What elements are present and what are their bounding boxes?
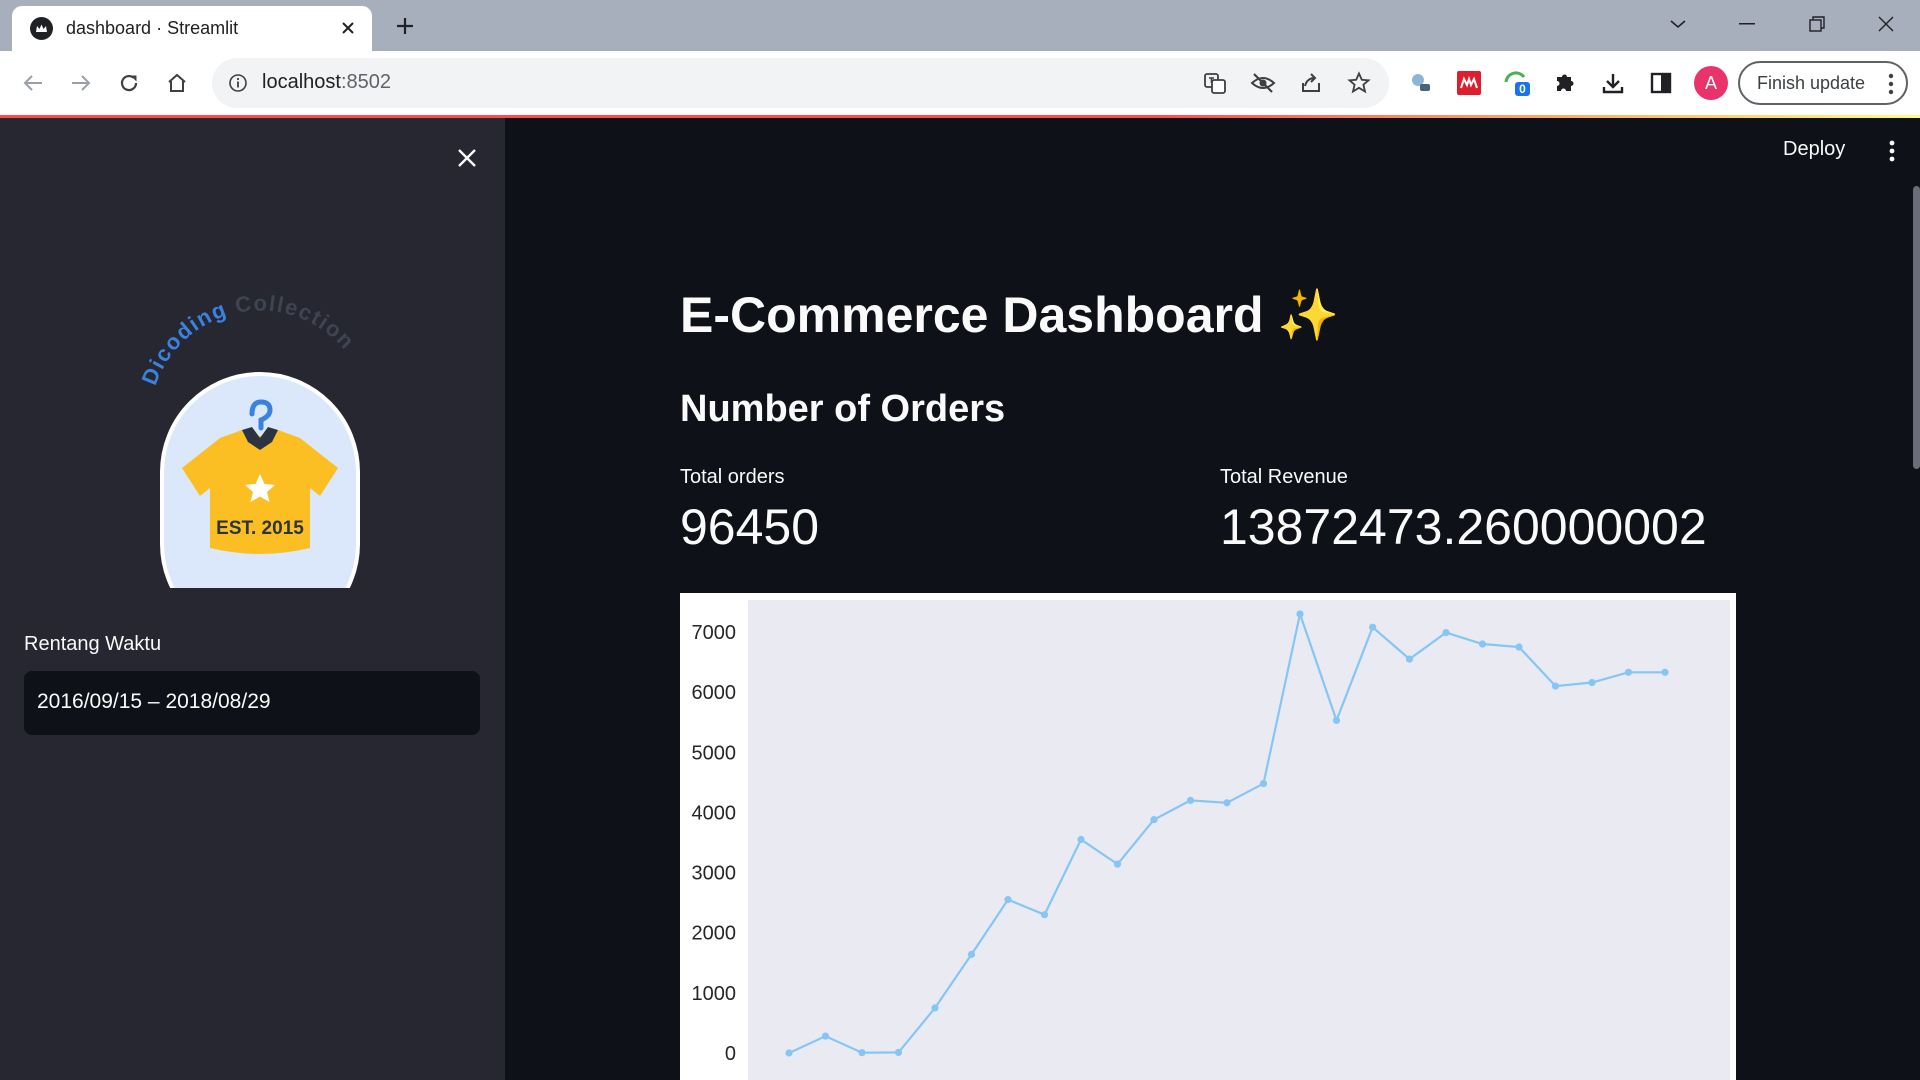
- streamlit-favicon-icon: [30, 17, 53, 40]
- main-content: Deploy E-Commerce Dashboard ✨ Number of …: [505, 118, 1920, 1080]
- bookmark-star-icon[interactable]: [1344, 68, 1374, 98]
- back-arrow-icon[interactable]: [13, 63, 53, 103]
- finish-update-label: Finish update: [1757, 72, 1866, 93]
- dicoding-collection-logo: DicodingCollection EST. 2015: [137, 278, 380, 644]
- data-point: [1332, 716, 1341, 725]
- data-point: [1405, 655, 1414, 663]
- data-point: [858, 1049, 866, 1057]
- data-point: [1296, 610, 1304, 618]
- metric-label-total-orders: Total orders: [680, 466, 785, 488]
- url-host: localhost: [262, 71, 341, 93]
- home-icon[interactable]: [157, 63, 197, 103]
- translate-icon[interactable]: [1200, 68, 1230, 98]
- minimize-window-icon[interactable]: [1722, 4, 1772, 44]
- y-tick-label: 0: [725, 1043, 736, 1065]
- extensions-puzzle-icon[interactable]: [1547, 65, 1583, 101]
- data-point: [1478, 640, 1487, 648]
- extension-badge-count: 0: [1519, 82, 1526, 96]
- url-text: localhost:8502: [262, 71, 391, 94]
- tab-search-chevron-icon[interactable]: [1653, 4, 1703, 44]
- deploy-button[interactable]: Deploy: [1783, 138, 1845, 161]
- logo-brand-collection: Collection: [234, 290, 361, 354]
- close-tab-icon[interactable]: [334, 14, 362, 42]
- browser-toolbar: localhost:8502 0 A Finish update: [0, 51, 1920, 115]
- close-sidebar-icon[interactable]: [449, 140, 485, 176]
- address-bar[interactable]: localhost:8502: [212, 58, 1389, 108]
- browser-menu-kebab-icon[interactable]: [1888, 73, 1894, 100]
- date-range-label: Rentang Waktu: [24, 633, 162, 655]
- browser-tab-bar: dashboard · Streamlit: [0, 0, 1920, 51]
- data-point: [1442, 629, 1450, 637]
- plot-area: [748, 600, 1730, 1080]
- metric-value-total-orders: 96450: [680, 499, 820, 555]
- scrollbar[interactable]: [1913, 186, 1920, 469]
- data-point: [1515, 643, 1523, 651]
- y-tick-label: 4000: [692, 802, 737, 824]
- extension-satellite-icon[interactable]: [1403, 65, 1439, 101]
- data-point: [1259, 779, 1268, 788]
- page-title: E-Commerce Dashboard ✨: [680, 287, 1340, 343]
- metric-value-total-revenue: 13872473.260000002: [1220, 499, 1707, 555]
- extension-counter-icon[interactable]: 0: [1499, 65, 1535, 101]
- data-point: [1223, 799, 1231, 807]
- tab-title: dashboard · Streamlit: [66, 18, 239, 38]
- eye-off-icon[interactable]: [1248, 68, 1278, 98]
- site-info-icon[interactable]: [226, 71, 250, 95]
- extension-mendeley-icon[interactable]: [1451, 65, 1487, 101]
- data-point: [1150, 816, 1158, 824]
- y-tick-label: 5000: [692, 742, 737, 764]
- side-panel-icon[interactable]: [1643, 65, 1679, 101]
- data-point: [1077, 835, 1085, 844]
- data-point: [1113, 860, 1122, 868]
- main-menu-kebab-icon[interactable]: [1877, 136, 1907, 166]
- data-point: [821, 1032, 830, 1040]
- data-point: [1369, 623, 1377, 631]
- y-tick-label: 7000: [692, 622, 737, 644]
- y-tick-label: 3000: [692, 863, 737, 885]
- y-tick-label: 6000: [692, 682, 737, 704]
- forward-arrow-icon[interactable]: [61, 63, 101, 103]
- data-point: [1588, 678, 1596, 687]
- y-tick-label: 1000: [692, 983, 737, 1005]
- y-tick-label: 2000: [692, 923, 737, 945]
- metric-label-total-revenue: Total Revenue: [1220, 466, 1348, 488]
- logo-est-text: EST. 2015: [216, 518, 304, 539]
- browser-tab[interactable]: dashboard · Streamlit: [12, 6, 372, 51]
- data-point: [1624, 668, 1633, 676]
- data-point: [1040, 911, 1049, 919]
- restore-window-icon[interactable]: [1792, 4, 1842, 44]
- finish-update-button[interactable]: Finish update: [1738, 61, 1908, 105]
- download-icon[interactable]: [1595, 65, 1631, 101]
- date-range-input[interactable]: 2016/09/15 – 2018/08/29: [24, 671, 480, 735]
- reload-icon[interactable]: [109, 63, 149, 103]
- chart-svg: 0 1000 2000 3000 4000 5000 6000 7000: [692, 600, 1730, 1080]
- data-point: [1186, 796, 1195, 804]
- data-point: [785, 1049, 793, 1057]
- data-point: [1004, 896, 1012, 904]
- new-tab-plus-icon[interactable]: [388, 9, 422, 43]
- data-point: [894, 1048, 903, 1056]
- data-point: [967, 950, 976, 958]
- data-point: [931, 1004, 939, 1012]
- close-window-icon[interactable]: [1861, 4, 1911, 44]
- profile-avatar[interactable]: A: [1694, 66, 1728, 100]
- sidebar: DicodingCollection EST. 2015 Rentang Wak…: [0, 118, 505, 1080]
- logo-brand-dicoding: Dicoding: [140, 296, 230, 388]
- url-port: :8502: [340, 71, 391, 93]
- data-point: [1661, 668, 1669, 676]
- orders-line-chart: 0 1000 2000 3000 4000 5000 6000 7000: [680, 593, 1736, 1080]
- share-icon[interactable]: [1296, 68, 1326, 98]
- section-title: Number of Orders: [680, 388, 1006, 430]
- data-point: [1551, 682, 1560, 690]
